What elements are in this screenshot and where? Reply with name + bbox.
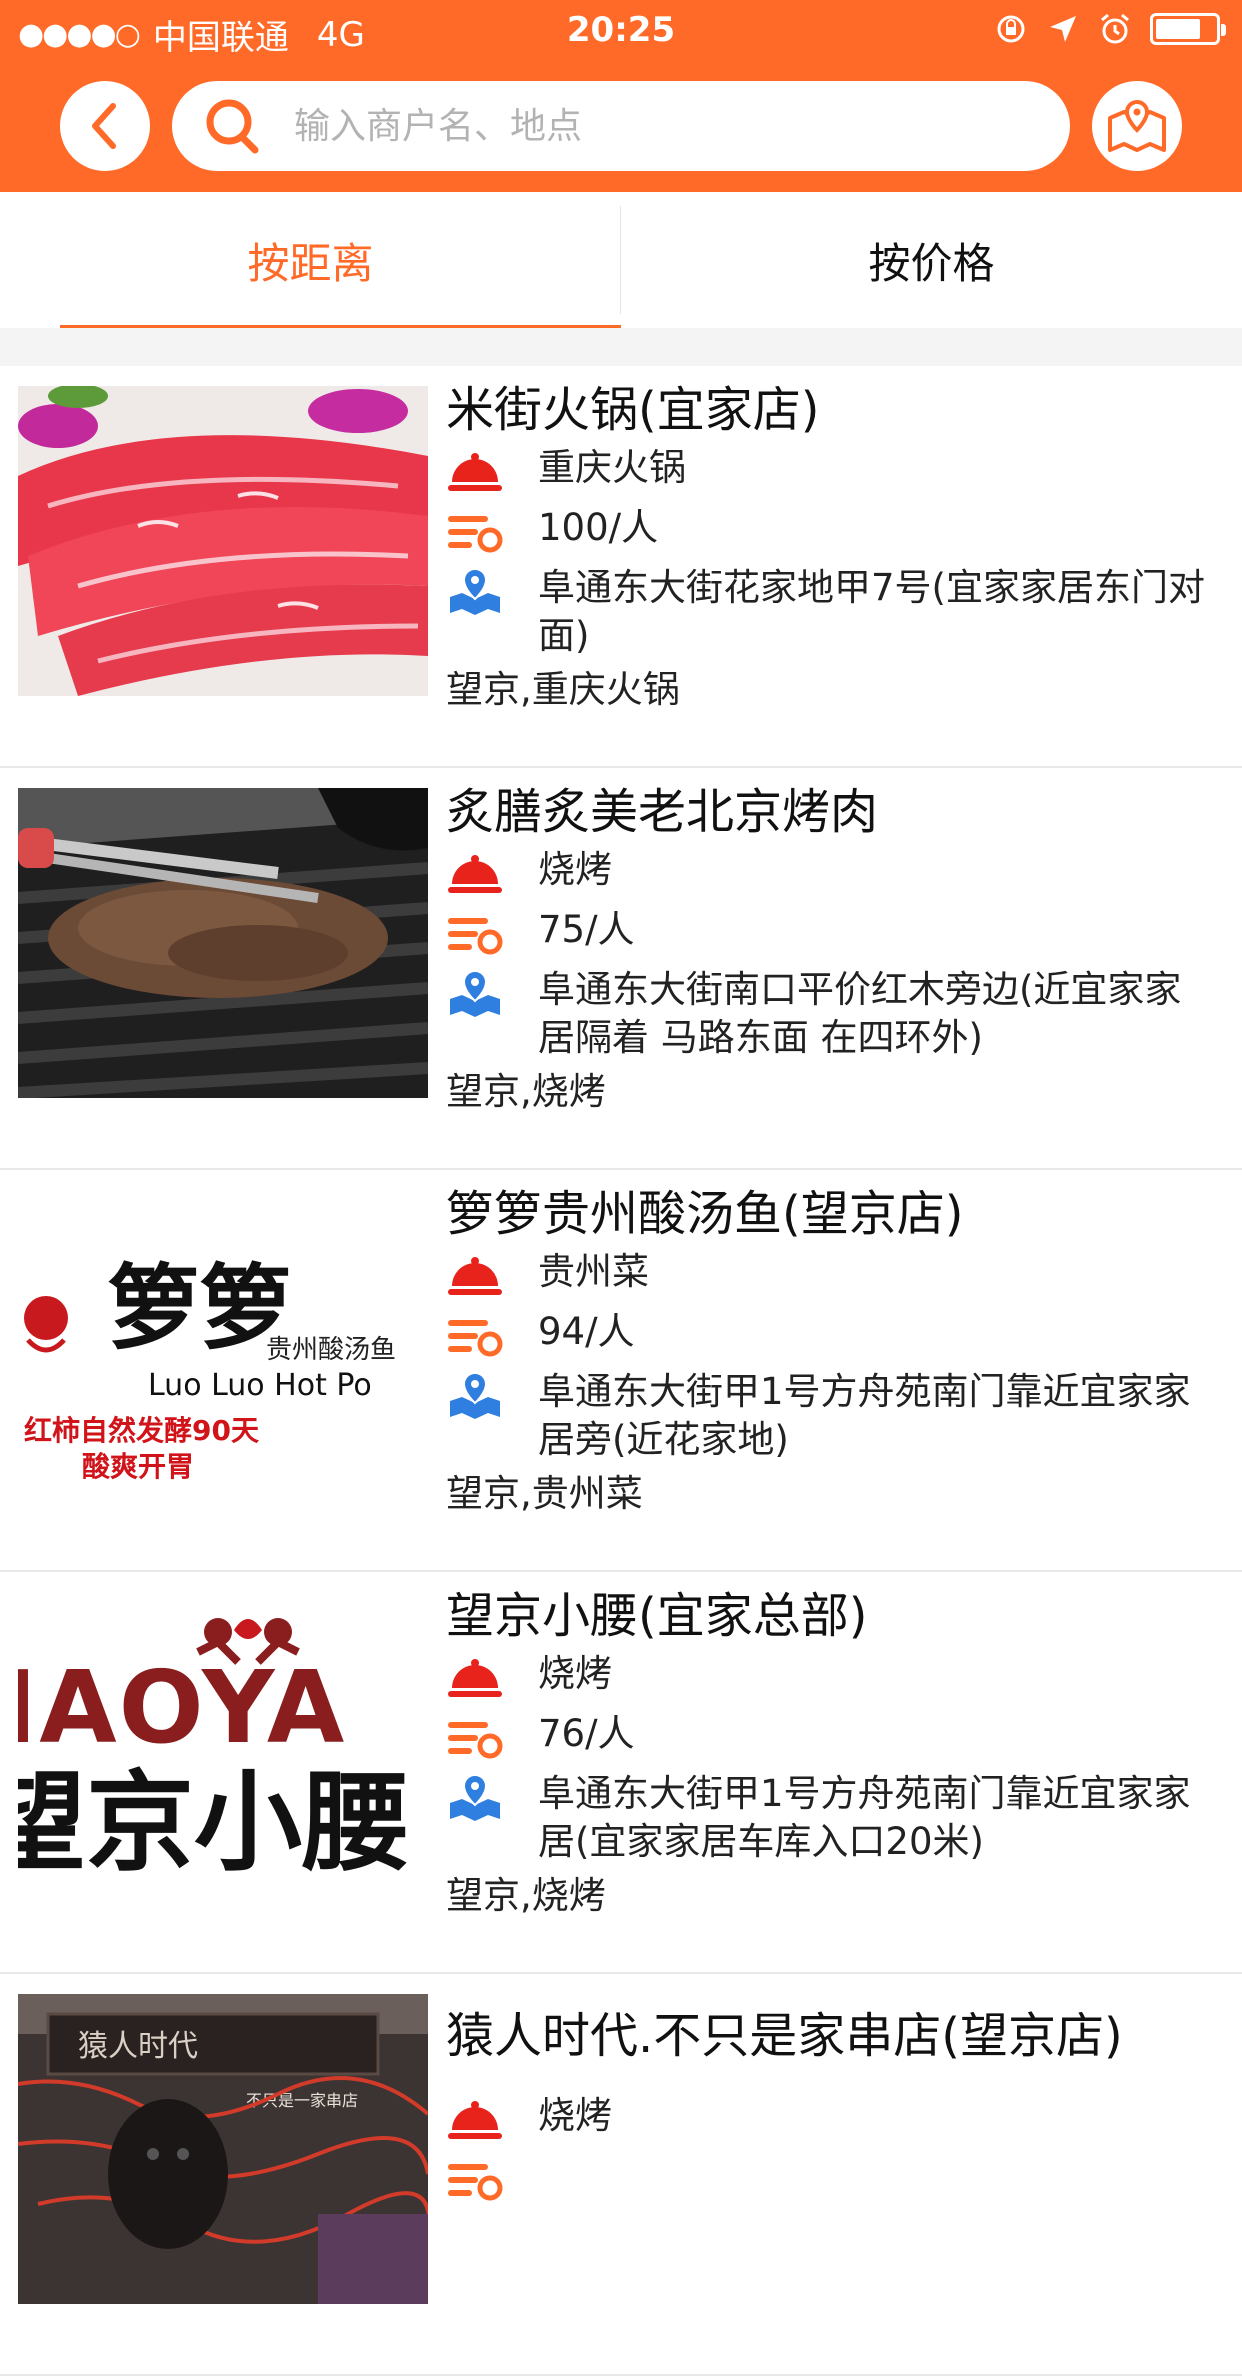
restaurant-item[interactable]: 猿人时代 不只是一家串店 猿人时代.不只是家串店(望京店) 烧烤 <box>0 1974 1242 2376</box>
restaurant-photo: 猿人时代 不只是一家串店 <box>18 1994 428 2304</box>
chevron-left-icon <box>92 103 116 149</box>
logo-cn-text: 望京小腰 <box>18 1761 410 1886</box>
cuisine-icon <box>446 2092 506 2148</box>
restaurant-name: 猿人时代.不只是家串店(望京店) <box>446 2008 1123 2064</box>
restaurant-name: 望京小腰(宜家总部) <box>446 1588 868 1644</box>
location-pin-icon <box>446 564 506 620</box>
cuisine-icon <box>446 444 506 500</box>
area-tags: 望京,重庆火锅 <box>446 668 680 711</box>
tab-label: 按价格 <box>868 238 995 288</box>
sort-tabs: 按距离 按价格 <box>0 192 1242 328</box>
area-tags: 望京,烧烤 <box>446 1070 606 1113</box>
restaurant-photo <box>18 386 428 696</box>
area-tags: 望京,烧烤 <box>446 1874 606 1917</box>
address: 阜通东大街甲1号方舟苑南门靠近宜家家居(宜家家居车库入口20米) <box>538 1772 1191 1863</box>
address: 阜通东大街甲1号方舟苑南门靠近宜家家居旁(近花家地) <box>538 1370 1191 1461</box>
restaurant-logo-image: 箩箩 贵州酸汤鱼 Luo Luo Hot Po 红柿自然发酵90天 酸爽开胃 <box>18 1190 428 1500</box>
logo-slogan-1: 红柿自然发酵90天 <box>24 1414 259 1447</box>
price-per-person: 94/人 <box>538 1310 635 1353</box>
restaurant-logo-image: IAOYA 望京小腰 <box>18 1592 428 1902</box>
cuisine-type: 贵州菜 <box>538 1250 649 1293</box>
back-button[interactable] <box>60 81 150 171</box>
tab-by-distance[interactable]: 按距离 <box>0 192 621 328</box>
price-icon <box>446 2152 506 2208</box>
rotation-lock-icon <box>997 15 1025 43</box>
location-pin-icon <box>446 966 506 1022</box>
restaurant-item[interactable]: 米街火锅(宜家店) 重庆火锅 100/人 阜通东大街花家地甲7号(宜家家居东门对… <box>0 366 1242 768</box>
location-pin-icon <box>446 1368 506 1424</box>
cuisine-icon <box>446 846 506 902</box>
cuisine-type: 烧烤 <box>538 2094 612 2137</box>
section-divider <box>0 328 1242 366</box>
logo-cn-subtitle: 贵州酸汤鱼 <box>266 1335 396 1365</box>
restaurant-item[interactable]: 炙膳炙美老北京烤肉 烧烤 75/人 阜通东大街南口平价红木旁边(近宜家家居隔着 … <box>0 768 1242 1170</box>
cuisine-icon <box>446 1248 506 1304</box>
location-arrow-icon <box>1050 16 1076 42</box>
tab-label: 按距离 <box>247 238 374 288</box>
restaurant-name: 炙膳炙美老北京烤肉 <box>446 784 879 840</box>
sign-text: 猿人时代 <box>78 2029 198 2064</box>
price-icon <box>446 906 506 962</box>
alarm-icon <box>1101 13 1129 44</box>
cuisine-type: 烧烤 <box>538 1652 612 1695</box>
map-pin-icon <box>1108 99 1166 152</box>
tab-by-price[interactable]: 按价格 <box>621 192 1242 328</box>
location-pin-icon <box>446 1770 506 1826</box>
restaurant-list: 米街火锅(宜家店) 重庆火锅 100/人 阜通东大街花家地甲7号(宜家家居东门对… <box>0 366 1242 2376</box>
search-icon <box>198 91 268 161</box>
logo-slogan-2: 酸爽开胃 <box>82 1450 194 1483</box>
address: 阜通东大街花家地甲7号(宜家家居东门对面) <box>538 566 1205 657</box>
price-per-person: 75/人 <box>538 908 635 951</box>
search-bar[interactable] <box>172 81 1070 171</box>
map-button[interactable] <box>1092 81 1182 171</box>
cuisine-type: 烧烤 <box>538 848 612 891</box>
price-icon <box>446 1308 506 1364</box>
price-icon <box>446 504 506 560</box>
price-icon <box>446 1710 506 1766</box>
restaurant-name: 米街火锅(宜家店) <box>446 382 820 438</box>
restaurant-name: 箩箩贵州酸汤鱼(望京店) <box>446 1186 964 1242</box>
restaurant-item[interactable]: IAOYA 望京小腰 望京小腰(宜家总部) 烧烤 76/人 阜通东大街甲1号方舟… <box>0 1572 1242 1974</box>
price-per-person: 100/人 <box>538 506 659 549</box>
restaurant-photo <box>18 788 428 1098</box>
price-per-person: 76/人 <box>538 1712 635 1755</box>
cuisine-icon <box>446 1650 506 1706</box>
search-input[interactable] <box>292 104 1032 148</box>
address: 阜通东大街南口平价红木旁边(近宜家家居隔着 马路东面 在四环外) <box>538 968 1182 1059</box>
status-bar: ●●●●○ 中国联通 4G 20:25 <box>0 0 1242 62</box>
top-bar: ●●●●○ 中国联通 4G 20:25 <box>0 0 1242 192</box>
logo-latin-text: IAOYA <box>18 1649 346 1766</box>
logo-brand-text: 箩箩 <box>108 1254 292 1362</box>
status-right <box>994 12 1226 46</box>
battery-icon <box>1150 13 1226 45</box>
cuisine-type: 重庆火锅 <box>538 446 686 489</box>
logo-en-text: Luo Luo Hot Po <box>148 1368 372 1403</box>
area-tags: 望京,贵州菜 <box>446 1472 643 1515</box>
restaurant-item[interactable]: 箩箩 贵州酸汤鱼 Luo Luo Hot Po 红柿自然发酵90天 酸爽开胃 箩… <box>0 1170 1242 1572</box>
